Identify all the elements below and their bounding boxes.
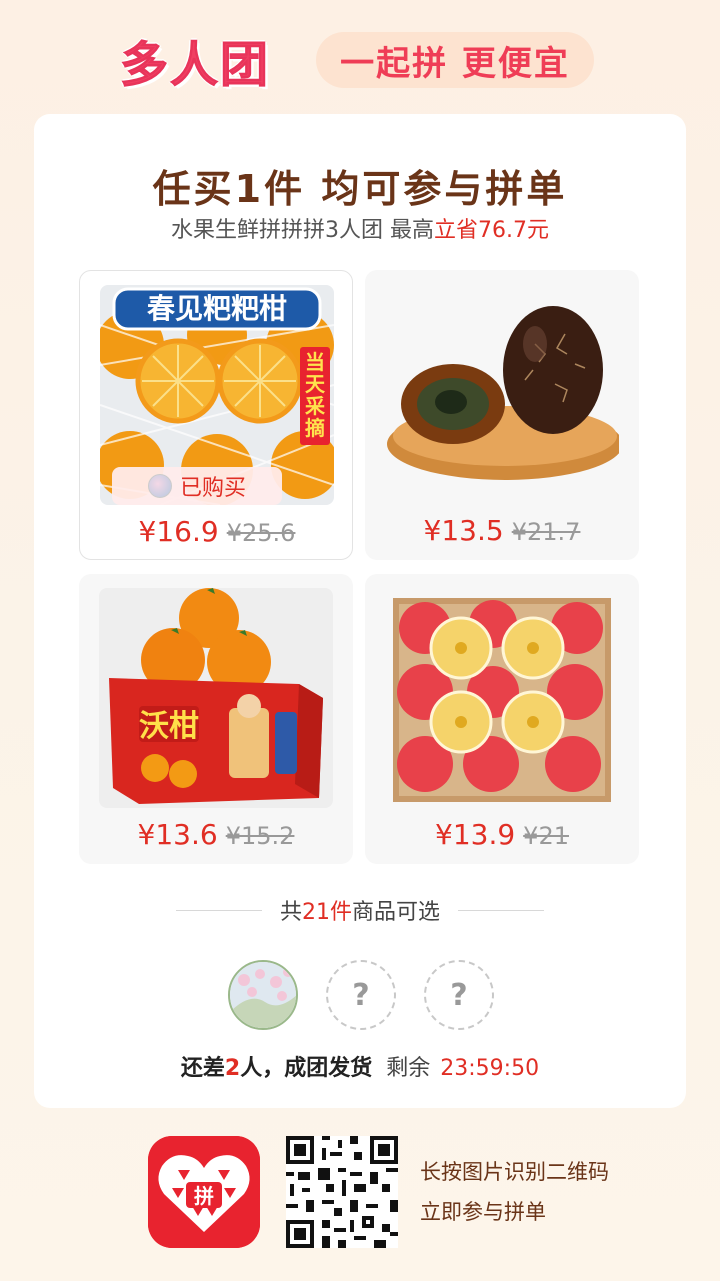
product-price: ¥13.6	[137, 818, 218, 851]
original-price: ¥21	[523, 822, 569, 850]
qr-instructions: 长按图片识别二维码 立即参与拼单	[420, 1152, 609, 1232]
group-members: ? ?	[34, 960, 686, 1032]
price-row: ¥16.9 ¥25.6	[80, 515, 352, 548]
price-row: ¥13.9 ¥21	[365, 818, 639, 851]
product-count-divider: 共21件商品可选	[34, 894, 686, 926]
group-status: 还差2人，成团发货 剩余 23:59:50	[34, 1050, 686, 1082]
price-row: ¥13.6 ¥15.2	[79, 818, 353, 851]
group-buy-card: 任买1件 均可参与拼单 水果生鲜拼拼拼3人团 最高立省76.7元 当天采摘 春见…	[34, 114, 686, 1108]
product-banner-text: 春见粑粑柑	[147, 292, 287, 325]
buyer-avatar-icon	[147, 474, 172, 498]
count-prefix: 共	[279, 900, 302, 925]
product-image	[385, 588, 619, 808]
price-row: ¥13.5 ¥21.7	[365, 514, 639, 547]
count-suffix: 商品可选	[352, 900, 441, 925]
bought-tag: 已购买	[112, 467, 282, 505]
pinduoduo-app-icon: 拼	[148, 1136, 260, 1248]
member-avatar	[228, 960, 298, 1030]
product-image	[385, 284, 619, 504]
bought-tag-label: 已购买	[179, 476, 246, 501]
empty-slot-avatar[interactable]: ?	[326, 960, 396, 1030]
product-price: ¥16.9	[138, 515, 219, 548]
status-suffix: 人，成团发货	[240, 1056, 373, 1081]
status-prefix: 还差	[180, 1056, 225, 1081]
product-count-text: 共21件商品可选	[280, 894, 440, 926]
count-value: 21件	[302, 900, 352, 925]
countdown-timer: 23:59:50	[440, 1056, 540, 1081]
product-price: ¥13.5	[423, 514, 504, 547]
product-card-apples[interactable]: ¥13.9 ¥21	[365, 574, 639, 864]
qr-instruction-line1: 长按图片识别二维码	[420, 1160, 609, 1184]
card-subtitle: 水果生鲜拼拼拼3人团 最高立省76.7元	[34, 212, 686, 244]
app-icon-text: 拼	[194, 1184, 214, 1208]
product-card-ponkan[interactable]: 当天采摘 春见粑粑柑 已购买 ¥16.9 ¥25.6	[79, 270, 353, 560]
side-badge-text: 当天采摘	[305, 350, 326, 440]
divider-line-right	[458, 909, 545, 911]
header: 多人团 一起拼 更便宜	[0, 0, 720, 115]
product-card-preserved-egg[interactable]: ¥13.5 ¥21.7	[365, 270, 639, 560]
original-price: ¥25.6	[226, 519, 296, 547]
original-price: ¥15.2	[225, 822, 295, 850]
qr-instruction-line2: 立即参与拼单	[420, 1200, 546, 1224]
product-card-orah-mandarin[interactable]: 沃柑 ¥13.6 ¥15.2	[79, 574, 353, 864]
qr-code[interactable]	[286, 1136, 398, 1248]
empty-slot-avatar[interactable]: ?	[424, 960, 494, 1030]
card-title: 任买1件 均可参与拼单	[152, 167, 568, 211]
box-label-text: 沃柑	[139, 709, 199, 744]
product-price: ¥13.9	[435, 818, 516, 851]
missing-count: 2	[224, 1056, 241, 1081]
remaining-label: 剩余	[386, 1056, 431, 1081]
slogan-pill: 一起拼 更便宜	[316, 32, 594, 88]
product-image: 沃柑	[99, 588, 333, 808]
divider-line-left	[175, 909, 262, 911]
subtitle-text: 水果生鲜拼拼拼3人团 最高	[171, 218, 434, 243]
brand-logo: 多人团	[119, 37, 271, 94]
savings-highlight: 立省76.7元	[434, 218, 549, 243]
original-price: ¥21.7	[511, 518, 581, 546]
